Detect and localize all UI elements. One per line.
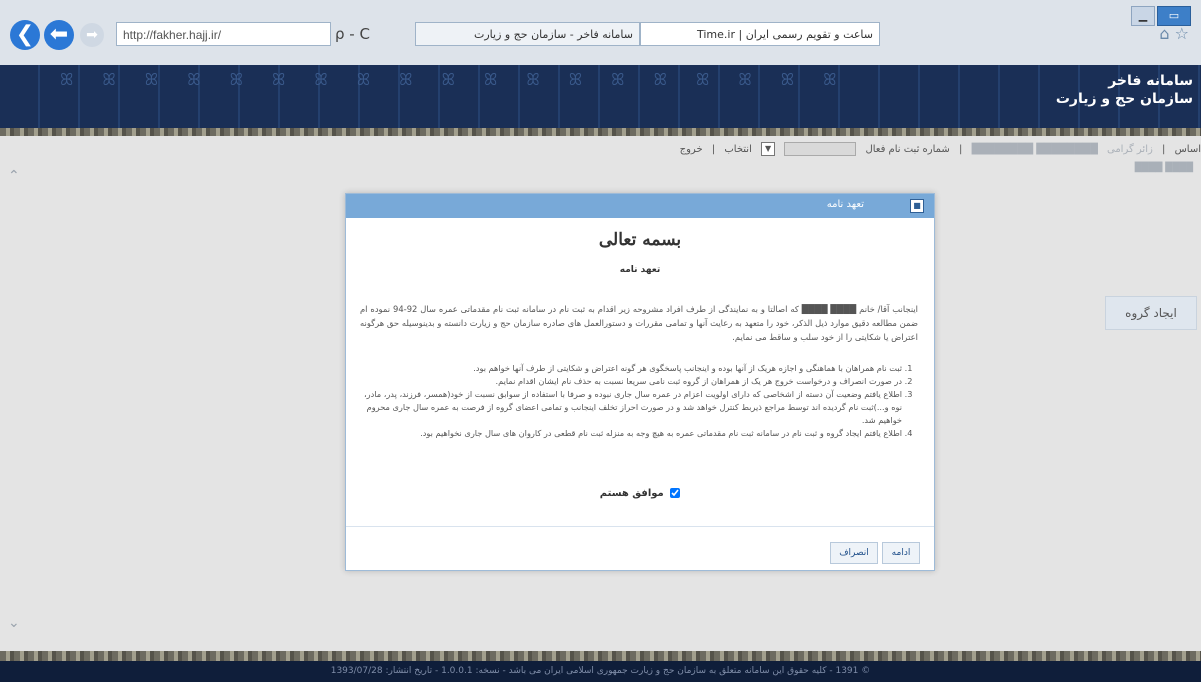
menu-blur-1: ████████ ████████ <box>971 144 1098 155</box>
header-pattern: ꕤ ꕤ ꕤ ꕤ ꕤ ꕤ ꕤ ꕤ ꕤ ꕤ ꕤ ꕤ ꕤ ꕤ ꕤ ꕤ ꕤ ꕤ ꕤ ꕤ <box>60 70 840 89</box>
registration-select[interactable] <box>784 142 857 156</box>
tab-fakher[interactable]: سامانه فاخر - سازمان حج و زیارت <box>415 22 640 46</box>
commitment-paragraph: اینجانب آقا/ خانم ████ ████ که اصالتا و … <box>360 304 919 342</box>
footer-border <box>0 651 1201 661</box>
menu-home[interactable]: اساس <box>1175 144 1201 155</box>
forward-button-icon[interactable]: ➡ <box>80 23 104 47</box>
tab-time-ir[interactable]: ساعت و تقویم رسمی ایران | Time.ir <box>640 22 880 46</box>
minimize-icon[interactable]: ▁ <box>1131 6 1155 26</box>
menu-registration[interactable]: شماره ثبت نام فعال <box>865 144 949 155</box>
cancel-button[interactable]: انصراف <box>830 542 878 564</box>
list-item: ثبت نام همراهان با هماهنگی و اجازه هریک … <box>360 362 902 375</box>
commitment-modal: تعهد نامه ■ بسمه تعالی تعهد نامه اینجانب… <box>345 193 935 571</box>
agree-checkbox[interactable] <box>670 488 681 498</box>
site-title-line2: سازمان حج و زیارت <box>1055 91 1193 107</box>
menu-exit[interactable]: خروج <box>680 144 703 155</box>
site-footer: © 1391 - کلیه حقوق این سامانه متعلق به س… <box>0 661 1201 682</box>
site-title[interactable]: سامانه فاخر سازمان حج و زیارت <box>1056 72 1193 108</box>
modal-title: تعهد نامه <box>826 199 864 210</box>
list-item: در صورت انصراف و درخواست خروج هر یک از ه… <box>360 375 902 388</box>
menu-sep: | <box>1162 144 1166 155</box>
commitment-list: ثبت نام همراهان با هماهنگی و اجازه هریک … <box>360 362 918 440</box>
menu-dashboard[interactable]: زائر گرامی <box>1107 144 1153 155</box>
maximize-icon[interactable]: ▭ <box>1157 6 1191 26</box>
scroll-down-icon[interactable]: ⌄ <box>8 615 20 631</box>
back-arrow-icon[interactable]: ❮ <box>10 20 40 50</box>
menu-sep-3: | <box>711 144 716 155</box>
list-item: اطلاع یافتم ایجاد گروه و ثبت نام در ساما… <box>360 427 902 440</box>
create-group-button[interactable]: ایجاد گروه <box>1105 296 1197 330</box>
menu-history[interactable]: انتخاب <box>724 144 752 155</box>
menu-sep-2: | <box>959 144 963 155</box>
address-bar[interactable]: http://fakher.hajj.ir/ <box>116 22 331 46</box>
scroll-up-icon[interactable]: ⌃ <box>8 168 20 184</box>
continue-button[interactable]: ادامه <box>882 542 920 564</box>
user-subtext: ████ ████ <box>1134 163 1193 173</box>
agree-row: موافق هستم <box>346 488 934 499</box>
bismillah-heading: بسمه تعالی <box>598 230 682 250</box>
address-tools[interactable]: ρ - C <box>335 22 370 46</box>
window-controls: ▁ ▭ <box>1131 6 1191 26</box>
back-button-icon[interactable]: ⬅ <box>44 20 74 50</box>
modal-subtitle: تعهد نامه <box>619 265 661 275</box>
modal-footer-divider <box>346 526 934 527</box>
select-dropdown-icon[interactable]: ▼ <box>761 142 776 156</box>
agree-label[interactable]: موافق هستم <box>600 488 664 499</box>
home-icon[interactable]: ⌂ ☆ <box>1159 24 1189 43</box>
top-menu: اساس | زائر گرامی ████████ ████████ | شم… <box>0 140 1201 160</box>
site-title-line1: سامانه فاخر <box>1108 73 1193 89</box>
modal-close-icon[interactable]: ■ <box>910 199 924 213</box>
header-border <box>0 128 1201 136</box>
list-item: اطلاع یافتم وضعیت آن دسته از اشخاصی که د… <box>360 388 902 427</box>
